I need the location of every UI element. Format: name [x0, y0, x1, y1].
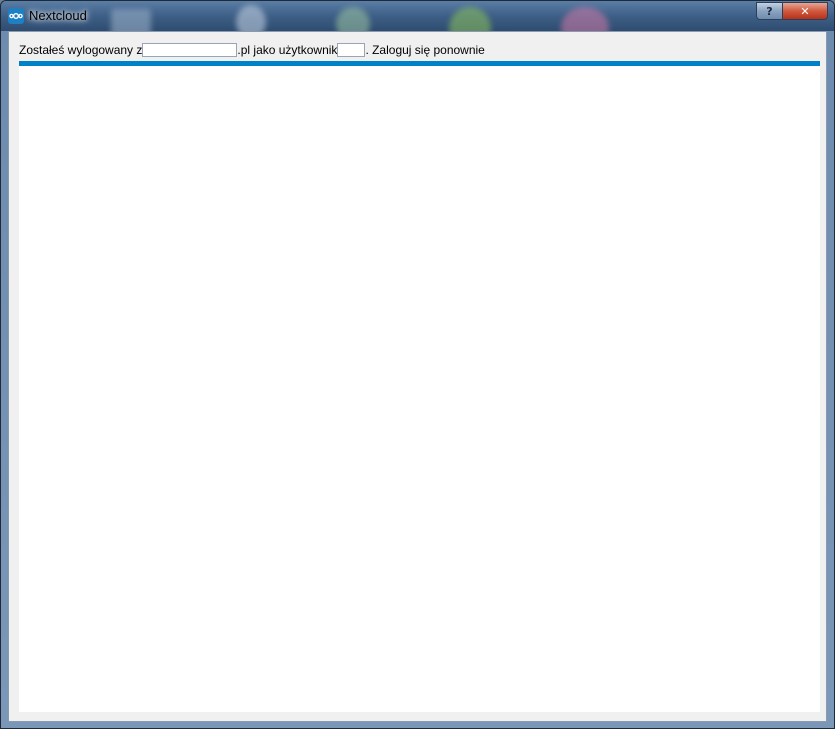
dialog-client-area: Zostałeś wylogowany z .pl jako użytkowni…	[8, 31, 827, 722]
logged-out-message: Zostałeś wylogowany z .pl jako użytkowni…	[19, 41, 485, 59]
message-middle: .pl jako użytkownik	[237, 43, 338, 57]
blurred-desktop-shape	[236, 5, 266, 31]
host-field	[142, 43, 238, 57]
nextcloud-logo-icon	[8, 8, 24, 24]
window-title: Nextcloud	[29, 8, 87, 23]
username-field	[337, 43, 366, 57]
blurred-desktop-shape	[449, 7, 491, 31]
help-button[interactable]: ?	[756, 2, 783, 20]
nextcloud-dialog-window: Nextcloud ? ✕ Zostałeś wylogowany z .pl …	[0, 0, 835, 729]
blurred-desktop-shape	[111, 9, 151, 31]
help-icon: ?	[766, 4, 773, 18]
caption-buttons: ? ✕	[756, 2, 828, 20]
blurred-desktop-shape	[561, 7, 609, 31]
login-webview[interactable]	[19, 66, 820, 712]
close-icon: ✕	[800, 4, 810, 18]
message-prefix: Zostałeś wylogowany z	[19, 43, 143, 57]
blurred-desktop-shape	[336, 7, 370, 31]
close-button[interactable]: ✕	[783, 2, 828, 20]
title-bar[interactable]: Nextcloud ? ✕	[1, 1, 834, 31]
message-suffix: . Zaloguj się ponownie	[365, 43, 485, 57]
